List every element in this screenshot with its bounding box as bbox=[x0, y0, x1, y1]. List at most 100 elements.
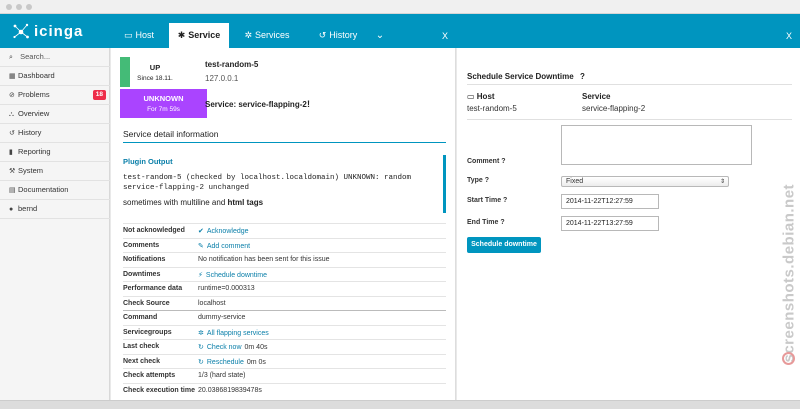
property-value: ✔ Acknowledge bbox=[198, 227, 249, 235]
close-left-panel-button[interactable]: X bbox=[442, 31, 448, 41]
property-key: Check Source bbox=[123, 299, 170, 307]
comment-icon: ✎ bbox=[198, 242, 204, 250]
select-arrows-icon: ⇕ bbox=[719, 179, 725, 185]
sidebar-item-problems[interactable]: ⊘ Problems 18 bbox=[0, 86, 110, 105]
property-value: localhost bbox=[198, 300, 226, 307]
flapping-flag-icon: ! bbox=[307, 99, 310, 109]
tab-host[interactable]: ▭ Host bbox=[110, 23, 168, 48]
search-input[interactable]: Search... bbox=[20, 52, 50, 61]
property-action-link[interactable]: Reschedule bbox=[207, 359, 244, 366]
property-value: No notification has been sent for this i… bbox=[198, 256, 330, 263]
window-minimize-dot[interactable] bbox=[16, 4, 22, 10]
end-time-label: End Time ? bbox=[467, 219, 505, 226]
user-icon: ● bbox=[9, 206, 14, 213]
help-icon[interactable]: ? bbox=[580, 72, 585, 81]
end-time-input[interactable]: 2014-11-22T13:27:59 bbox=[561, 216, 659, 231]
sidebar-item-reporting[interactable]: ▮ Reporting bbox=[0, 143, 110, 162]
property-value-text: No notification has been sent for this i… bbox=[198, 256, 330, 263]
property-key: Next check bbox=[123, 357, 160, 365]
debian-swirl-icon bbox=[782, 352, 795, 365]
search-icon: ⌕ bbox=[9, 54, 13, 61]
property-row: Check execution time 20.0386819839478s bbox=[123, 382, 446, 398]
start-time-input[interactable]: 2014-11-22T12:27:59 bbox=[561, 194, 659, 209]
service-name: Service: service-flapping-2 bbox=[205, 100, 307, 109]
history-icon: ↺ bbox=[9, 130, 15, 137]
top-header: icinga ▭ Host ✱ Service ✲ Services ↺ History… bbox=[0, 14, 800, 48]
section-title: Service detail information bbox=[123, 129, 219, 139]
wrench-icon: ⚒ bbox=[9, 168, 16, 175]
sidebar-search[interactable]: ⌕ Search... bbox=[0, 48, 110, 67]
property-value: 1/3 (hard state) bbox=[198, 372, 245, 379]
service-detail-panel: UP Since 18.11. test-random-5 127.0.0.1 … bbox=[111, 48, 456, 400]
service-state-label: UNKNOWN bbox=[143, 94, 184, 103]
sidebar: ⌕ Search... ▦ Dashboard ⊘ Problems 18 ⛬ Ove… bbox=[0, 48, 110, 400]
property-row: Notifications No notification has been se… bbox=[123, 252, 446, 267]
host-name[interactable]: test-random-5 bbox=[205, 60, 258, 69]
comment-textarea[interactable] bbox=[561, 125, 752, 165]
tabs-more-dropdown[interactable]: ⌄ bbox=[372, 23, 388, 48]
property-row: Next check ↻ Reschedule 0m 0s bbox=[123, 353, 446, 369]
host-state-label: UP bbox=[149, 63, 161, 72]
comment-label: Comment ? bbox=[467, 158, 506, 165]
property-row: Command dummy-service bbox=[123, 310, 446, 325]
property-key: Not acknowledged bbox=[123, 227, 185, 234]
plugin-output-title: Plugin Output bbox=[123, 157, 173, 166]
tab-history[interactable]: ↺ History bbox=[306, 23, 370, 48]
sidebar-item-user[interactable]: ● bernd bbox=[0, 200, 110, 219]
property-action-link[interactable]: Acknowledge bbox=[207, 228, 249, 235]
downtime-divider bbox=[467, 119, 792, 120]
schedule-downtime-panel: Schedule Service Downtime ? ▭ Host test-… bbox=[457, 48, 800, 400]
window-maximize-dot[interactable] bbox=[26, 4, 32, 10]
property-key: Check execution time bbox=[123, 386, 195, 394]
icinga-logo-icon bbox=[13, 23, 29, 39]
service-column-header: Service bbox=[582, 92, 611, 101]
tab-services[interactable]: ✲ Services bbox=[232, 23, 302, 48]
watermark-text: screenshots.debian.net bbox=[780, 183, 798, 363]
property-key: Last check bbox=[123, 343, 160, 350]
property-action-link[interactable]: Check now bbox=[207, 344, 242, 351]
property-key: Comments bbox=[123, 241, 160, 249]
property-action-link[interactable]: All flapping services bbox=[207, 330, 269, 337]
gear-icon: ✱ bbox=[177, 30, 186, 40]
property-key: Check attempts bbox=[123, 372, 176, 379]
property-row: Performance data runtime=0.000313 bbox=[123, 281, 446, 296]
property-key: Performance data bbox=[123, 285, 183, 292]
sidebar-item-overview[interactable]: ⛬ Overview bbox=[0, 105, 110, 124]
sidebar-item-documentation[interactable]: ▤ Documentation bbox=[0, 181, 110, 200]
gears-icon: ✲ bbox=[198, 329, 204, 337]
sidebar-item-system[interactable]: ⚒ System bbox=[0, 162, 110, 181]
type-select-value: Fixed bbox=[566, 178, 584, 185]
chart-icon: ▮ bbox=[9, 149, 13, 156]
icinga-logo[interactable]: icinga bbox=[12, 21, 102, 41]
property-value: dummy-service bbox=[198, 314, 245, 321]
start-time-label: Start Time ? bbox=[467, 197, 508, 204]
logo-text: icinga bbox=[34, 23, 84, 40]
type-select[interactable]: Fixed ⇕ bbox=[561, 176, 729, 187]
refresh-icon: ↻ bbox=[198, 344, 204, 351]
tab-services-label: Services bbox=[255, 30, 290, 40]
type-label: Type ? bbox=[467, 177, 490, 184]
host-column-label: Host bbox=[476, 92, 495, 101]
property-row: Last check ↻ Check now 0m 40s bbox=[123, 339, 446, 354]
service-state-badge: UNKNOWN For 7m 59s bbox=[120, 89, 207, 118]
property-action-link[interactable]: Add comment bbox=[207, 243, 250, 250]
property-value-text: dummy-service bbox=[198, 314, 246, 321]
sidebar-item-history[interactable]: ↺ History bbox=[0, 124, 110, 143]
property-value: ⚡ Schedule downtime bbox=[198, 271, 267, 279]
property-row: Not acknowledged ✔ Acknowledge bbox=[123, 223, 446, 238]
close-right-panel-button[interactable]: X bbox=[786, 31, 792, 41]
host-state-badge: UP Since 18.11. bbox=[130, 57, 180, 87]
plugin-output-box: Plugin Output test-random-5 (checked by … bbox=[123, 155, 446, 213]
window-close-dot[interactable] bbox=[6, 4, 12, 10]
sidebar-item-dashboard[interactable]: ▦ Dashboard bbox=[0, 67, 110, 86]
property-value: 20.0386819839478s bbox=[198, 387, 262, 394]
window-bottom-bar bbox=[0, 400, 800, 409]
sidebar-item-label: Documentation bbox=[18, 185, 69, 194]
chevron-down-icon: ⌄ bbox=[375, 30, 385, 41]
downtime-title: Schedule Service Downtime ? bbox=[467, 72, 585, 81]
tab-service[interactable]: ✱ Service bbox=[169, 23, 229, 48]
schedule-downtime-button[interactable]: Schedule downtime bbox=[467, 237, 541, 253]
property-action-link[interactable]: Schedule downtime bbox=[206, 272, 267, 279]
property-key: Downtimes bbox=[123, 270, 161, 278]
property-value-text: 20.0386819839478s bbox=[198, 386, 262, 394]
